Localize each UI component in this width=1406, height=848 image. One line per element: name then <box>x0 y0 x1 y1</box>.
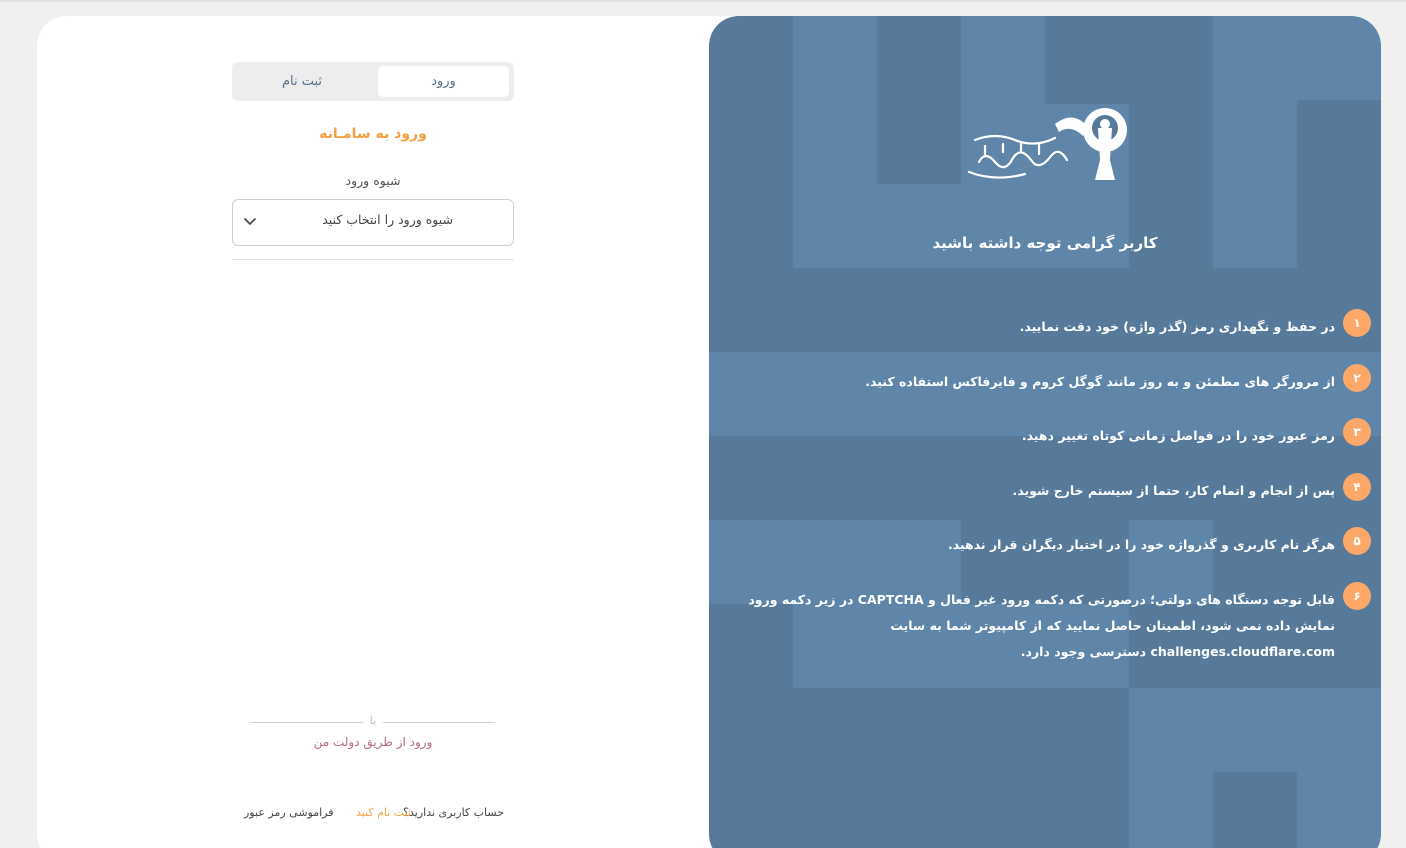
tip-number-badge: ۵ <box>1343 527 1371 555</box>
tip-number-badge: ۶ <box>1343 582 1371 610</box>
bg-block <box>1297 16 1381 100</box>
login-method-label: شیوه ورود <box>345 173 401 188</box>
or-line-right <box>383 722 495 723</box>
tip-number-badge: ۲ <box>1343 364 1371 392</box>
no-account-text: حساب کاربری ندارید؟ <box>403 806 504 819</box>
tip-item: ۶ قابل توجه دستگاه های دولتی؛ درصورتی که… <box>731 582 1371 659</box>
bg-block <box>1213 16 1297 268</box>
tip-text: پس از انجام و اتمام کار، حتما از سیستم خ… <box>1012 483 1335 498</box>
tip-number-badge: ۴ <box>1343 473 1371 501</box>
login-card: ثبت نام ورود ورود به سامـانه شیوه ورود ش… <box>37 16 1381 848</box>
chevron-down-icon <box>243 213 257 227</box>
tip-item: ۱ در حفظ و نگهداری رمز (گذر واژه) خود دق… <box>731 309 1371 339</box>
tab-register[interactable]: ثبت نام <box>236 66 368 97</box>
tip-text: هرگز نام کاربری و گذرواژه خود را در اختی… <box>947 537 1335 552</box>
login-method-placeholder: شیوه ورود را انتخاب کنید <box>322 212 453 227</box>
or-text: یا <box>369 714 377 727</box>
tip-item: ۲ از مرورگر های مطمئن و به روز مانند گوگ… <box>731 364 1371 394</box>
bg-block <box>793 184 1129 268</box>
forgot-password-link[interactable]: فراموشی رمز عبور <box>244 806 334 819</box>
tip-text: قابل توجه دستگاه های دولتی؛ درصورتی که د… <box>748 592 1335 659</box>
or-separator: یا <box>251 714 495 730</box>
dolat-man-login-link[interactable]: ورود از طریق دولت من <box>251 735 495 749</box>
tip-item: ۳ رمز عبور خود را در فواصل زمانی کوتاه ت… <box>731 418 1371 448</box>
tip-number-badge: ۳ <box>1343 418 1371 446</box>
or-line-left <box>251 722 363 723</box>
fund-logo-image <box>967 108 1127 180</box>
form-divider <box>232 259 514 260</box>
tip-item: ۵ هرگز نام کاربری و گذرواژه خود را در اخ… <box>731 527 1371 557</box>
fund-logo <box>955 102 1139 188</box>
tip-item: ۴ پس از انجام و اتمام کار، حتما از سیستم… <box>731 473 1371 503</box>
form-title: ورود به سامـانه <box>319 126 427 142</box>
bg-block <box>1213 772 1297 848</box>
tip-number-badge: ۱ <box>1343 309 1371 337</box>
tip-text: از مرورگر های مطمئن و به روز مانند گوگل … <box>865 374 1335 389</box>
info-panel: کاربر گرامی توجه داشته باشید ۱ در حفظ و … <box>709 16 1381 848</box>
auth-tabs: ثبت نام ورود <box>232 62 514 101</box>
panel-title: کاربر گرامی توجه داشته باشید <box>932 234 1158 252</box>
tip-text: رمز عبور خود را در فواصل زمانی کوتاه تغی… <box>1021 428 1335 443</box>
register-link[interactable]: ثبت نام کنید <box>356 806 411 819</box>
tip-text: در حفظ و نگهداری رمز (گذر واژه) خود دقت … <box>1019 319 1335 334</box>
tab-login[interactable]: ورود <box>378 66 509 97</box>
browser-top-border <box>0 0 1406 2</box>
login-method-select[interactable]: شیوه ورود را انتخاب کنید <box>232 199 514 246</box>
bottom-links: حساب کاربری ندارید؟ ثبت نام کنید فراموشی… <box>232 806 514 822</box>
